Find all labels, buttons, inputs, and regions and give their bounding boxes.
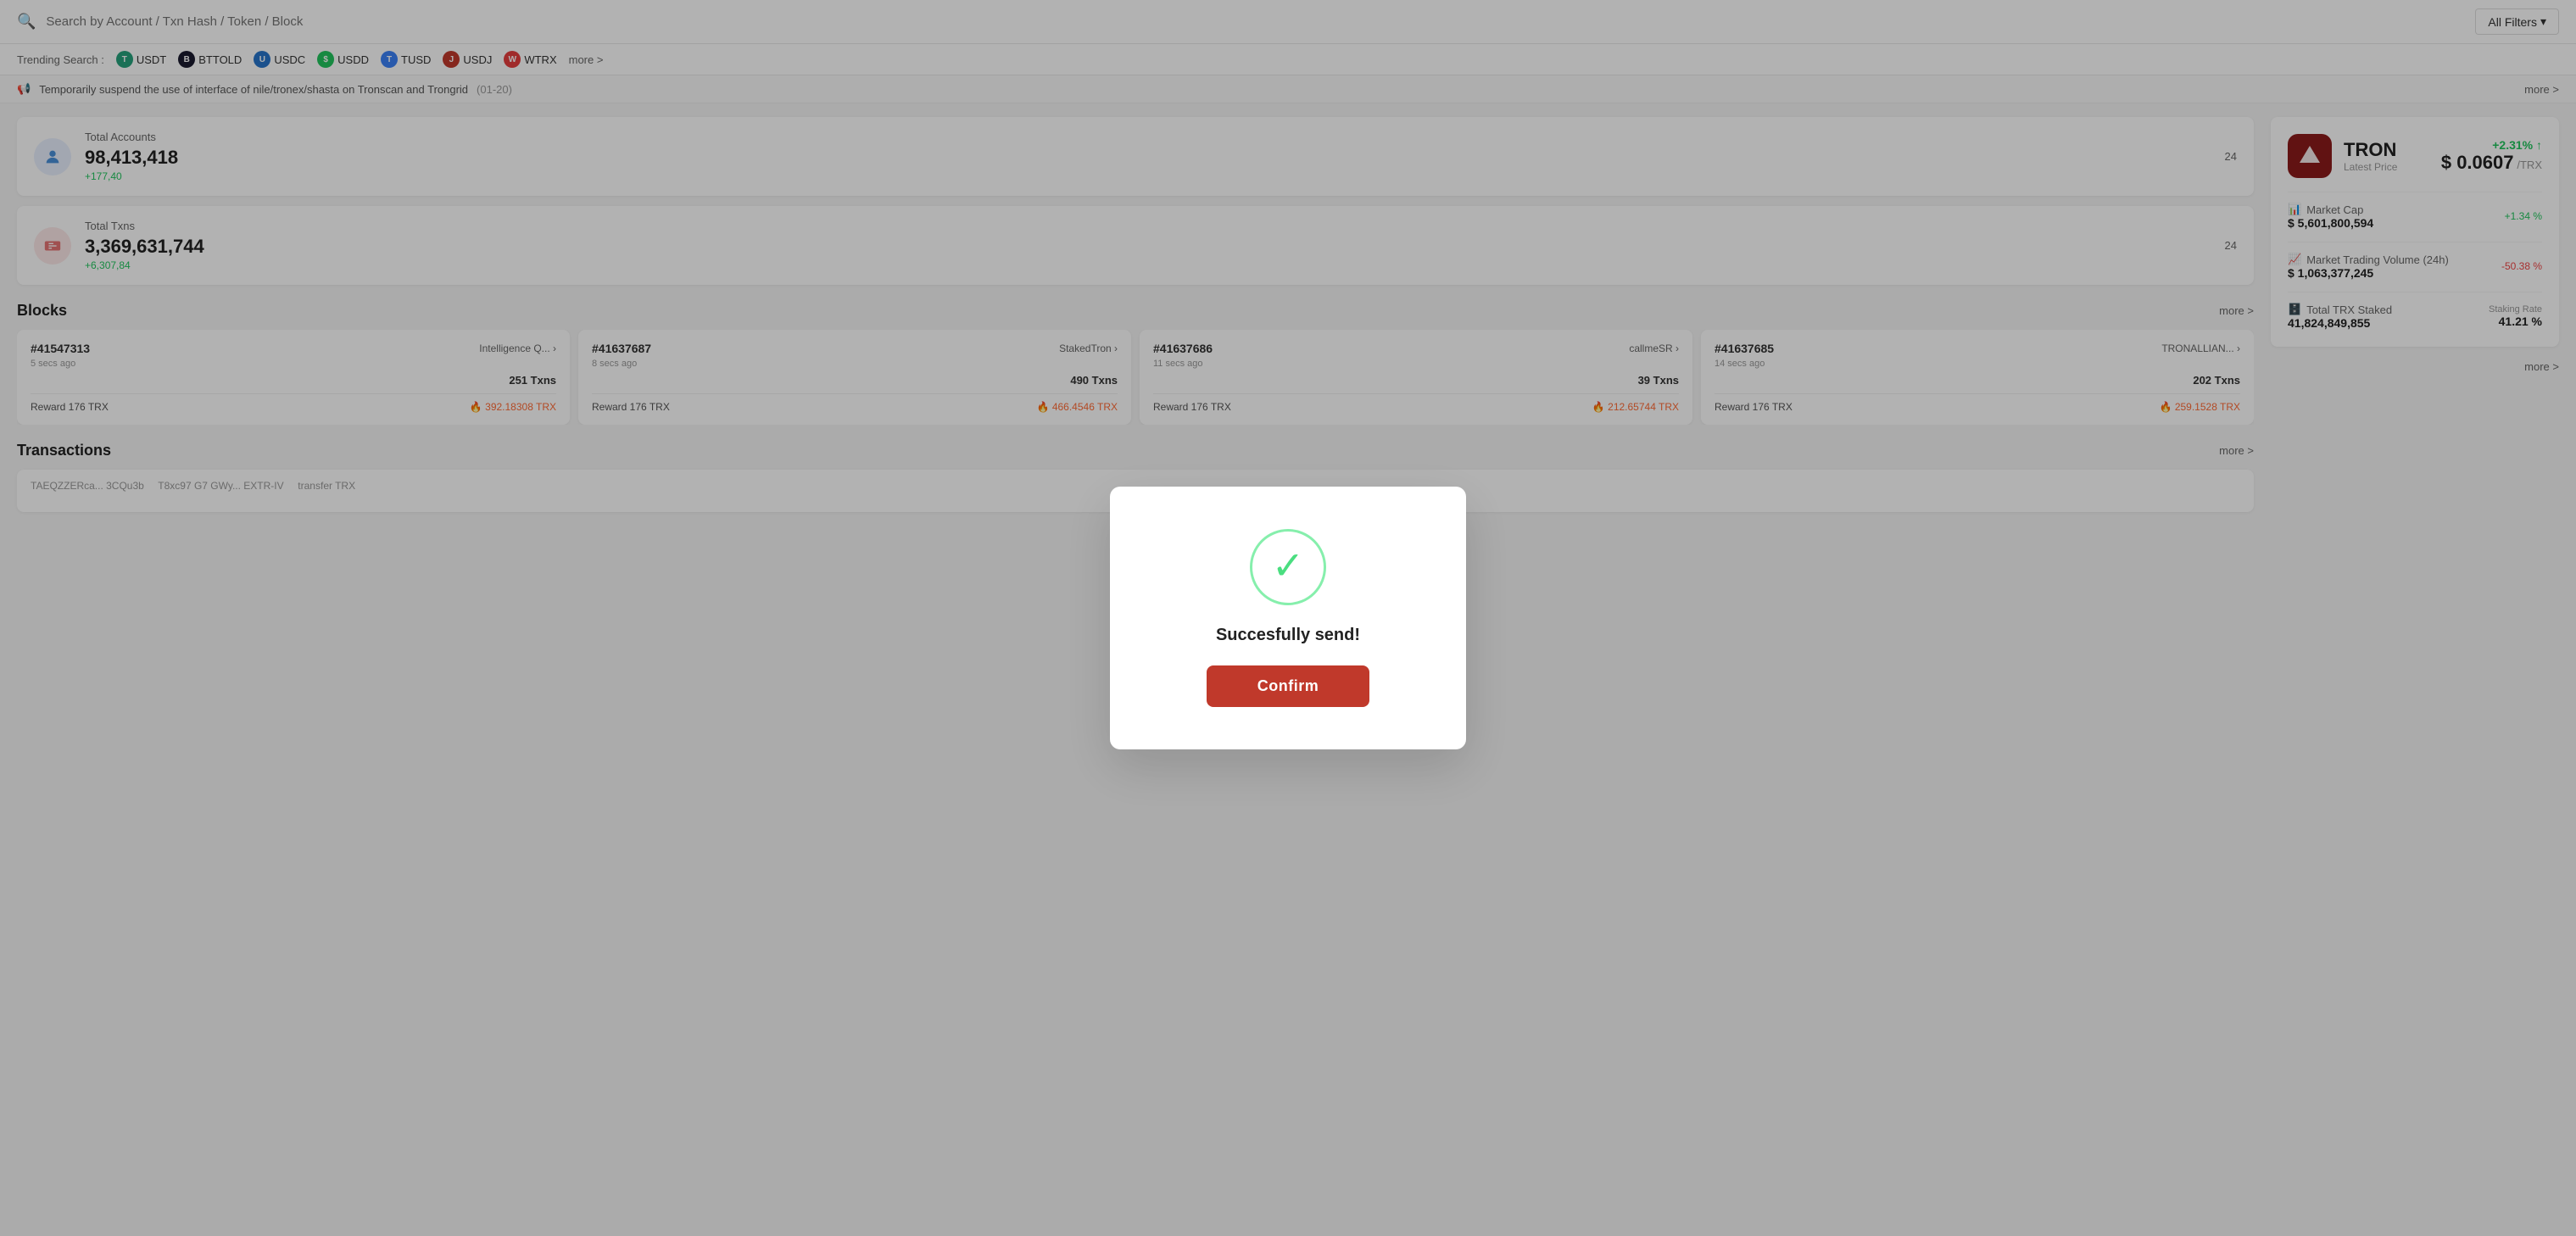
- success-modal: ✓ Succesfully send! Confirm: [1110, 487, 1466, 749]
- success-circle: ✓: [1250, 529, 1326, 605]
- confirm-button[interactable]: Confirm: [1207, 665, 1370, 707]
- check-icon: ✓: [1272, 546, 1305, 585]
- modal-overlay[interactable]: ✓ Succesfully send! Confirm: [0, 0, 2576, 1236]
- modal-message: Succesfully send!: [1216, 626, 1360, 645]
